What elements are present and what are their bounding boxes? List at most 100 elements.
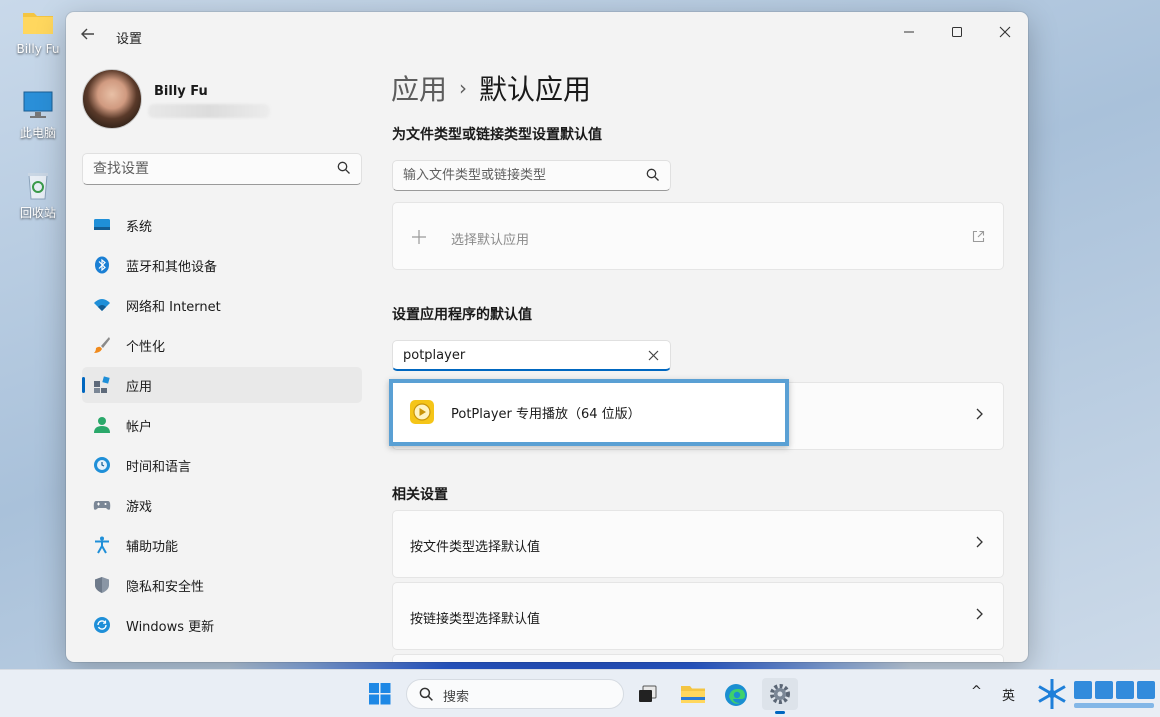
related-settings-heading: 相关设置 bbox=[392, 487, 448, 503]
sidebar-item-label: 隐私和安全性 bbox=[126, 580, 205, 595]
folder-icon bbox=[22, 8, 54, 38]
windows-logo-icon bbox=[369, 683, 391, 705]
breadcrumb: 应用 › 默认应用 bbox=[391, 68, 591, 108]
sidebar-item-gaming[interactable]: 游戏 bbox=[82, 487, 362, 523]
related-by-link-type[interactable]: 按链接类型选择默认值 bbox=[392, 582, 1004, 650]
related-item-label: 按文件类型选择默认值 bbox=[410, 540, 541, 555]
account-icon bbox=[94, 417, 110, 433]
close-icon bbox=[999, 26, 1011, 38]
desktop-icon-recycle-bin[interactable]: 回收站 bbox=[10, 170, 66, 221]
desktop-icon-user-folder[interactable]: Billy Fu bbox=[10, 8, 66, 56]
active-app-indicator bbox=[775, 711, 785, 714]
settings-search-box[interactable] bbox=[82, 153, 362, 185]
edge-button[interactable] bbox=[718, 678, 754, 710]
file-explorer-button[interactable] bbox=[675, 678, 711, 710]
breadcrumb-separator: › bbox=[459, 76, 468, 100]
taskbar-search-label: 搜索 bbox=[443, 690, 470, 705]
sidebar-item-accounts[interactable]: 帐户 bbox=[82, 407, 362, 443]
sidebar-item-label: 蓝牙和其他设备 bbox=[126, 260, 218, 275]
sidebar-item-privacy[interactable]: 隐私和安全性 bbox=[82, 567, 362, 603]
settings-search-input[interactable] bbox=[83, 154, 323, 184]
back-arrow-icon bbox=[81, 28, 94, 40]
monitor-icon bbox=[22, 90, 54, 120]
sidebar-item-apps[interactable]: 应用 bbox=[82, 367, 362, 403]
back-button[interactable] bbox=[80, 26, 100, 46]
file-type-search-box[interactable] bbox=[392, 160, 671, 191]
app-search-input[interactable] bbox=[393, 341, 633, 370]
sidebar-item-label: 应用 bbox=[126, 380, 153, 395]
accessibility-icon bbox=[95, 536, 109, 554]
clear-icon[interactable] bbox=[648, 350, 659, 361]
sidebar-item-label: 系统 bbox=[126, 220, 153, 235]
update-icon bbox=[94, 617, 110, 633]
sidebar-item-time-language[interactable]: 时间和语言 bbox=[82, 447, 362, 483]
sidebar-item-personalization[interactable]: 个性化 bbox=[82, 327, 362, 363]
sidebar-item-system[interactable]: 系统 bbox=[82, 207, 362, 243]
system-icon bbox=[94, 219, 110, 230]
sidebar-item-label: 个性化 bbox=[126, 340, 166, 355]
input-language-indicator[interactable]: 英 bbox=[1002, 685, 1015, 704]
sidebar-item-label: 辅助功能 bbox=[126, 540, 179, 555]
search-icon[interactable] bbox=[337, 161, 351, 175]
folder-icon bbox=[681, 686, 705, 703]
file-types-heading: 为文件类型或链接类型设置默认值 bbox=[392, 127, 602, 143]
maximize-icon bbox=[952, 27, 962, 37]
brush-icon bbox=[94, 337, 110, 353]
task-view-button[interactable] bbox=[630, 678, 666, 710]
task-view-icon bbox=[639, 685, 657, 702]
breadcrumb-parent[interactable]: 应用 bbox=[391, 73, 447, 106]
shield-icon bbox=[95, 577, 109, 593]
potplayer-result-highlight[interactable]: PotPlayer 专用播放（64 位版） bbox=[389, 379, 789, 446]
edge-browser-icon bbox=[725, 684, 747, 706]
tray-overflow-chevron[interactable]: ^ bbox=[971, 684, 982, 699]
gamepad-icon bbox=[93, 501, 111, 510]
profile-name: Billy Fu bbox=[154, 84, 208, 99]
bluetooth-icon bbox=[95, 256, 109, 274]
recycle-bin-icon bbox=[22, 170, 54, 200]
profile-email-blurred bbox=[148, 104, 270, 118]
desktop-icon-label: 回收站 bbox=[19, 206, 56, 220]
settings-taskbar-button[interactable] bbox=[762, 678, 798, 714]
title-bar: 设置 bbox=[66, 12, 1028, 58]
file-type-search-input[interactable] bbox=[393, 161, 633, 190]
apps-defaults-heading: 设置应用程序的默认值 bbox=[392, 307, 532, 323]
potplayer-result-label: PotPlayer 专用播放（64 位版） bbox=[451, 407, 641, 422]
site-watermark-logo bbox=[1038, 679, 1155, 709]
chevron-right-icon bbox=[975, 408, 983, 424]
sidebar-item-windows-update[interactable]: Windows 更新 bbox=[82, 607, 362, 643]
desktop-icon-this-pc[interactable]: 此电脑 bbox=[10, 90, 66, 141]
app-search-box[interactable] bbox=[392, 340, 671, 371]
chevron-right-icon bbox=[975, 536, 983, 552]
taskbar-search[interactable]: 搜索 bbox=[406, 679, 624, 709]
settings-window: 设置 Billy Fu 系统 蓝牙和其他设备 网络和 Internet 个性化 bbox=[66, 12, 1028, 662]
potplayer-app-icon bbox=[410, 400, 434, 424]
sidebar-item-label: 网络和 Internet bbox=[126, 300, 221, 315]
open-external-icon bbox=[972, 230, 985, 243]
choose-default-app-card[interactable]: 选择默认应用 bbox=[392, 202, 1004, 270]
minimize-button[interactable] bbox=[886, 18, 932, 50]
page-title: 默认应用 bbox=[479, 73, 592, 106]
apps-icon bbox=[94, 376, 110, 393]
plus-icon bbox=[412, 230, 426, 244]
gear-icon bbox=[770, 684, 790, 704]
start-button[interactable] bbox=[362, 678, 398, 710]
avatar[interactable] bbox=[82, 69, 142, 129]
choose-default-app-label: 选择默认应用 bbox=[451, 233, 530, 248]
search-icon[interactable] bbox=[646, 168, 660, 182]
maximize-button[interactable] bbox=[934, 18, 980, 50]
search-icon bbox=[419, 687, 433, 701]
sidebar-item-label: 时间和语言 bbox=[126, 460, 192, 475]
chevron-right-icon bbox=[975, 608, 983, 624]
desktop-icon-label: Billy Fu bbox=[16, 42, 60, 56]
sidebar-item-label: 帐户 bbox=[126, 420, 153, 435]
close-button[interactable] bbox=[982, 18, 1028, 50]
sidebar-item-accessibility[interactable]: 辅助功能 bbox=[82, 527, 362, 563]
sidebar-item-bluetooth[interactable]: 蓝牙和其他设备 bbox=[82, 247, 362, 283]
clock-globe-icon bbox=[94, 457, 110, 473]
sidebar-item-label: 游戏 bbox=[126, 500, 153, 515]
sidebar-item-label: Windows 更新 bbox=[126, 620, 215, 635]
related-by-file-type[interactable]: 按文件类型选择默认值 bbox=[392, 510, 1004, 578]
related-item-partial[interactable] bbox=[392, 654, 1004, 662]
sidebar-item-network[interactable]: 网络和 Internet bbox=[82, 287, 362, 323]
window-title: 设置 bbox=[116, 32, 143, 47]
